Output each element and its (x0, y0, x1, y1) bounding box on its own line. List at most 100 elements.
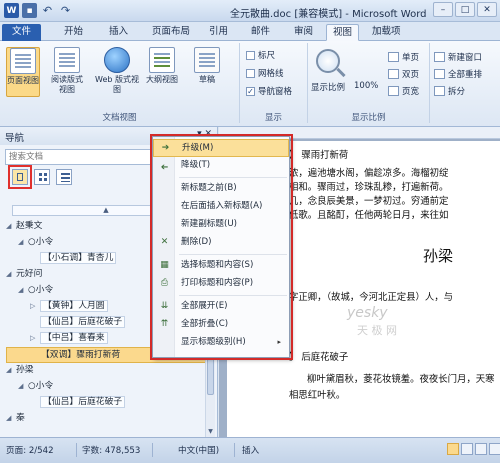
arrange-all-button[interactable]: 全部重排 (434, 68, 482, 80)
tab-page-layout[interactable]: 页面布局 (146, 24, 196, 41)
menu-item-icon: ✕ (160, 237, 169, 247)
menu-item[interactable]: 新标题之前(B) (153, 180, 289, 198)
word-app-icon[interactable]: W (4, 3, 19, 18)
menu-item[interactable]: 在后面插入新标题(A) (153, 198, 289, 216)
zoom-button[interactable]: 显示比例 (311, 81, 345, 93)
tree-group-node[interactable]: ◢ ○小令 (6, 379, 206, 395)
expand-arrow-icon[interactable]: ◢ (18, 235, 28, 250)
expand-arrow-icon[interactable]: ◢ (6, 363, 16, 378)
draft-view-button[interactable]: 草稿 (190, 47, 224, 85)
nav-pane-checkbox[interactable]: ✓ 导航窗格 (246, 85, 292, 97)
menu-item[interactable]: ➔ 降级(T) (153, 157, 289, 175)
menu-item[interactable]: ✕ 删除(D) (153, 234, 289, 252)
search-input[interactable] (6, 150, 176, 164)
one-page-button[interactable]: 单页 (388, 51, 419, 63)
ruler-checkbox[interactable]: 标尺 (246, 49, 275, 61)
new-window-button[interactable]: 新建窗口 (434, 51, 482, 63)
page-count[interactable]: 页面: 2/542 (6, 444, 54, 456)
zoom-magnifier-icon[interactable] (316, 49, 340, 73)
context-menu: ➔ 升级(M) ➔ 降级(T) 新标题之前(B) 在后面插入新标题(A) 新建副标题(U) ✕… (152, 136, 290, 358)
tree-node-label: ○小令 (28, 285, 54, 295)
split-button[interactable]: 拆分 (434, 85, 465, 97)
title-bar: W ▪ ↶ ↷ 全元散曲.doc [兼容模式] - Microsoft Word… (0, 0, 500, 22)
body-line: 柳叶黛眉秋，菱花妆镜羞。夜夜长门月，天寒 (307, 374, 495, 385)
close-button[interactable]: ✕ (477, 2, 497, 17)
language-indicator[interactable]: 中文(中国) (178, 444, 219, 456)
expand-arrow-icon[interactable]: ▷ (30, 299, 40, 314)
save-icon[interactable]: ▪ (22, 3, 37, 18)
print-layout-icon (10, 48, 36, 74)
tree-author-node[interactable]: ◢ 孙梁 (6, 363, 206, 379)
menu-item-label: 显示标题级别(H) (181, 337, 246, 347)
tab-browse-results[interactable] (56, 169, 72, 185)
tab-browse-headings[interactable] (8, 165, 32, 189)
web-layout-button[interactable]: Web 版式视图 (94, 47, 140, 95)
maximize-button[interactable]: □ (455, 2, 475, 17)
page-width-button[interactable]: 页宽 (388, 85, 419, 97)
tab-mailings[interactable]: 邮件 (245, 24, 276, 41)
window-title: 全元散曲.doc [兼容模式] - Microsoft Word (230, 9, 427, 20)
print-layout-status-icon[interactable] (447, 443, 459, 455)
tab-home[interactable]: 开始 (58, 24, 89, 41)
two-pages-button[interactable]: 双页 (388, 68, 419, 80)
draft-icon (194, 47, 220, 73)
scroll-down-icon[interactable]: ▼ (206, 428, 215, 437)
tab-insert[interactable]: 插入 (103, 24, 134, 41)
tree-author-node[interactable]: ◢ 秦 (6, 411, 206, 427)
expand-arrow-icon[interactable]: ◢ (6, 411, 16, 426)
zoom-100-button[interactable]: 100% (354, 81, 378, 91)
tree-node-label: 【双调】骤雨打新荷 (41, 350, 121, 360)
tree-node-label: ○小令 (28, 381, 54, 391)
tab-addins[interactable]: 加载项 (366, 24, 407, 41)
expand-arrow-icon[interactable]: ◢ (18, 379, 28, 394)
outline-status-icon[interactable] (489, 443, 500, 455)
menu-item[interactable]: ⇊ 全部展开(E) (153, 298, 289, 316)
web-status-icon[interactable] (475, 443, 487, 455)
menu-item[interactable]: ➔ 升级(M) (153, 139, 289, 157)
tab-browse-pages[interactable] (34, 169, 50, 185)
tree-node-label: 【中吕】喜春来 (40, 332, 108, 344)
word-count[interactable]: 字数: 478,553 (82, 444, 140, 456)
menu-separator (179, 295, 287, 296)
tab-file[interactable]: 文件 (2, 24, 42, 41)
expand-arrow-icon[interactable]: ◢ (6, 267, 16, 282)
menu-item[interactable]: 显示标题级别(H) ▸ (153, 334, 289, 352)
print-layout-button[interactable]: 页面视图 (6, 47, 40, 97)
menu-item-icon: ▦ (160, 260, 169, 270)
expand-arrow-icon[interactable]: ◢ (18, 283, 28, 298)
reading-status-icon[interactable] (461, 443, 473, 455)
menu-item[interactable]: 新建副标题(U) (153, 216, 289, 234)
tab-view[interactable]: 视图 (326, 24, 360, 41)
tab-references[interactable]: 引用 (203, 24, 234, 41)
menu-item-icon (159, 183, 170, 194)
gridlines-checkbox[interactable]: 网格线 (246, 67, 284, 79)
check-icon: ✓ (246, 86, 255, 96)
minimize-button[interactable]: – (433, 2, 453, 17)
menu-item-label: 新标题之前(B) (181, 183, 237, 193)
menu-item[interactable]: ⇈ 全部折叠(C) (153, 316, 289, 334)
status-bar: 页面: 2/542 字数: 478,553 中文(中国) 插入 (0, 437, 500, 463)
tab-review[interactable]: 审阅 (288, 24, 319, 41)
group-document-views: 页面视图 阅读版式视图 Web 版式视图 大纲视图 草稿 文档视图 (0, 43, 240, 123)
tree-node-label: 赵秉文 (16, 221, 43, 231)
menu-item-label: 在后面插入新标题(A) (181, 201, 263, 211)
undo-icon[interactable]: ↶ (40, 3, 55, 18)
pages-thumbnail-icon (39, 173, 47, 181)
outline-view-button[interactable]: 大纲视图 (145, 47, 179, 85)
group-show: 标尺 网格线 ✓ 导航窗格 显示 (240, 43, 308, 123)
expand-arrow-icon[interactable]: ▷ (30, 331, 40, 346)
tree-heading-node[interactable]: 【仙吕】后庭花破子 (6, 395, 206, 411)
menu-item-label: 全部展开(E) (181, 301, 228, 311)
full-screen-reading-button[interactable]: 阅读版式视图 (50, 47, 84, 95)
menu-item[interactable]: ⎙ 打印标题和内容(P) (153, 275, 289, 293)
watermark-text: 天 极 网 (357, 324, 397, 337)
tree-node-label: ○小令 (28, 237, 54, 247)
group-window: 新建窗口 全部重排 拆分 (430, 43, 500, 123)
menu-item-icon (159, 337, 170, 348)
redo-icon[interactable]: ↷ (58, 3, 73, 18)
group-label: 显示比例 (351, 113, 386, 123)
menu-item[interactable]: ▦ 选择标题和内容(S) (153, 257, 289, 275)
menu-item-label: 新建副标题(U) (181, 219, 237, 229)
insert-mode[interactable]: 插入 (242, 444, 259, 456)
expand-arrow-icon[interactable]: ◢ (6, 219, 16, 234)
